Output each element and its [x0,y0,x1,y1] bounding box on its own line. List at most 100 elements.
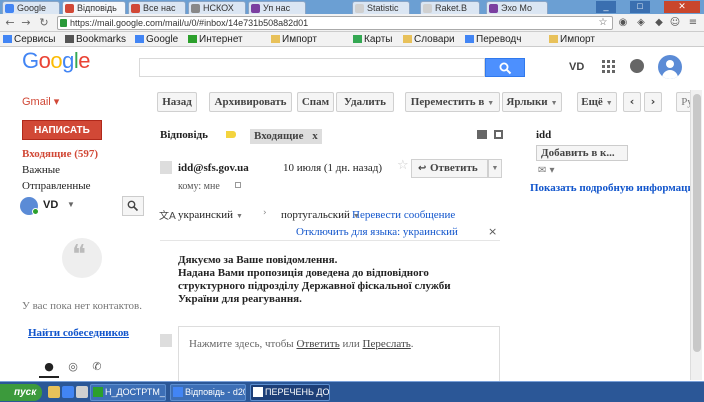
notifications-icon[interactable] [630,59,644,73]
browser-tab-4[interactable]: НСКОХ [188,1,246,14]
minimize-icon[interactable]: _ [596,1,616,13]
hangouts-bubble-icon[interactable]: ◎ [63,360,83,378]
more-button[interactable]: Ещё ▼ [577,92,617,112]
labels-button[interactable]: Ярлыки ▼ [502,92,562,112]
show-details-link[interactable]: Показать подробную информацию [530,182,702,194]
translate-icon [465,35,474,43]
mail-envelope-icon[interactable]: ✉ ▾ [538,165,555,176]
reply-button[interactable]: ↩ Ответить [411,159,488,178]
compose-button[interactable]: НАПИСАТЬ [22,120,102,140]
forward-link[interactable]: Переслать [363,338,411,350]
start-button[interactable]: пуск [0,384,42,401]
importance-marker-icon[interactable] [226,131,236,138]
back-button[interactable]: Назад [157,92,197,112]
browser-tab-5[interactable]: Уп нас [248,1,306,14]
spam-button[interactable]: Спам [297,92,334,112]
page-favicon-icon [423,4,432,13]
bookmark-item[interactable]: Импорт [548,33,595,46]
details-chevron-icon[interactable] [235,182,241,188]
bookmarks-bar: Сервисы Bookmarks Google Интернет Импорт… [0,32,704,47]
extension-icon[interactable]: ◈ [634,16,648,30]
bookmark-item[interactable]: Интернет [187,33,243,46]
chevron-down-icon: ▼ [487,99,495,107]
bookmark-item[interactable]: Словари [402,33,455,46]
print-icon[interactable] [477,130,487,139]
menu-icon[interactable]: ≡ [686,16,700,30]
close-window-icon[interactable]: ✕ [664,1,700,13]
bookmark-item[interactable]: Bookmarks [64,33,126,46]
reply-button-label: Ответить [430,162,478,174]
apps-grid-icon[interactable] [602,60,615,73]
close-icon[interactable]: × [488,225,497,238]
bookmark-label: Карты [364,34,393,45]
reply-box[interactable]: Нажмите здесь, чтобы Ответить или Пересл… [178,326,500,382]
search-button[interactable] [485,58,525,77]
delete-button[interactable]: Удалить [336,92,394,112]
source-language-select[interactable]: украинский ▼ [178,209,243,221]
chat-search-button[interactable] [122,196,144,216]
target-language-select[interactable]: португальский ▼ [281,209,360,221]
remove-label-icon[interactable]: x [312,130,318,142]
browser-tab-2[interactable]: Відповідь [62,1,126,14]
browser-tab-label: Эхо Мо [501,3,532,13]
browser-tab-1[interactable]: Google [2,1,60,14]
newer-chevron-left-icon[interactable]: ‹ [623,92,641,112]
email-subject: Відповідь [160,129,208,141]
folder-icon[interactable] [48,386,60,398]
star-bookmark-icon[interactable]: ☆ [596,16,610,30]
disable-translation-link[interactable]: Отключить для языка: украинский [296,226,458,238]
browser-tab-label: НСКОХ [203,3,234,13]
older-chevron-right-icon[interactable]: › [644,92,662,112]
browser-tab-6[interactable]: Statistic [352,1,410,14]
extension-icon[interactable]: ☺ [668,16,682,30]
sidebar-item-inbox[interactable]: Входящие (597) [22,148,98,160]
chrome-icon [173,387,183,397]
avatar [160,334,172,347]
extension-icon[interactable]: ◆ [652,16,666,30]
translate-message-link[interactable]: Перевести сообщение [352,209,455,221]
contacts-person-icon[interactable]: ● [39,360,59,378]
taskbar-item[interactable]: Відповідь - d200... [170,384,246,401]
reload-icon[interactable]: ↻ [37,16,51,30]
scroll-thumb[interactable] [693,94,701,352]
forward-icon[interactable]: → [19,16,33,30]
bookmark-item[interactable]: Google [134,33,178,46]
phone-icon[interactable]: ✆ [87,360,107,378]
reply-link[interactable]: Ответить [296,338,339,350]
bookmark-item[interactable]: Переводч [464,33,521,46]
back-icon[interactable]: ← [3,16,17,30]
app-icon[interactable] [76,386,88,398]
reply-arrow-icon: ↩ [418,163,427,174]
bookmark-item[interactable]: Карты [352,33,393,46]
sidebar-item-sent[interactable]: Отправленные [22,180,91,192]
move-to-button[interactable]: Переместить в ▼ [405,92,500,112]
archive-button[interactable]: Архивировать [209,92,292,112]
avatar[interactable] [658,55,682,79]
extension-icon[interactable]: ◉ [616,16,630,30]
user-name[interactable]: VD [569,61,584,73]
taskbar-item[interactable]: Н_ДОСТРТМ_Advan... [90,384,166,401]
move-to-label: Переместить в [410,96,485,108]
find-contacts-link[interactable]: Найти собеседников [28,327,129,339]
new-window-icon[interactable] [494,130,503,139]
add-to-circles-button[interactable]: Добавить в к... [536,145,628,161]
search-input[interactable] [139,58,485,77]
address-bar[interactable]: https://mail.google.com/mail/u/0/#inbox/… [57,16,613,30]
google-logo[interactable]: Google [22,48,91,74]
gmail-menu[interactable]: Gmail ▾ [22,95,59,108]
browser-icon[interactable] [62,386,74,398]
scrollbar[interactable] [690,90,702,380]
sidebar-item-important[interactable]: Важные [22,164,60,176]
bookmark-item[interactable]: Импорт [270,33,317,46]
bookmark-item[interactable]: Сервисы [2,33,55,46]
browser-tabstrip: Google Відповідь Все нас НСКОХ Уп нас St… [0,0,704,14]
sender-email[interactable]: idd@sfs.gov.ua [178,162,249,174]
browser-tab-8[interactable]: Эхо Мо [486,1,548,14]
taskbar-item[interactable]: ПЕРЕЧЕНЬ ДОКУМ... [250,384,330,401]
maximize-icon[interactable]: □ [630,1,650,13]
browser-tab-3[interactable]: Все нас [128,1,186,14]
bookmark-label: Словари [414,34,455,45]
browser-tab-7[interactable]: Raket.В [420,1,480,14]
message-more-button[interactable]: ▼ [488,159,502,178]
star-icon[interactable]: ☆ [397,158,409,173]
